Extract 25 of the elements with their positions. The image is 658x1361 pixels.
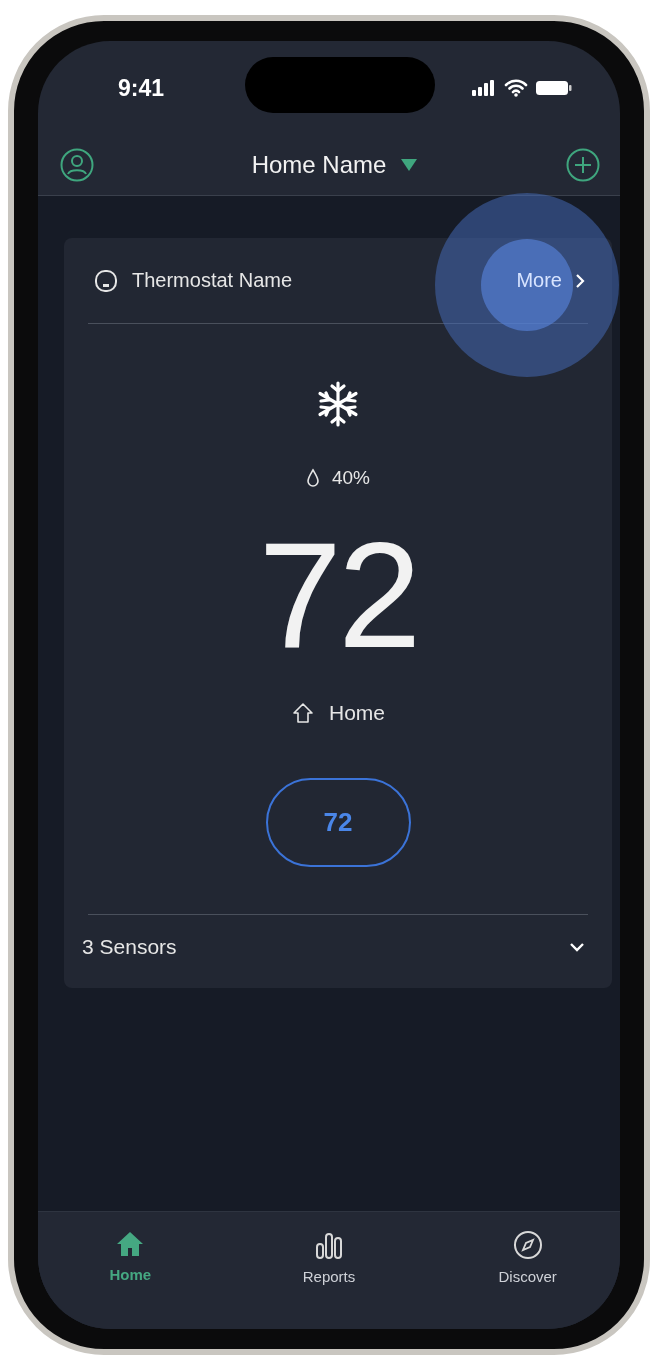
status-time: 9:41 [118,74,166,102]
chevron-down-icon[interactable] [568,941,586,953]
add-icon[interactable] [566,148,600,182]
battery-icon [536,80,572,96]
current-temperature: 72 [258,530,418,660]
chevron-right-icon [574,271,586,290]
house-icon [291,702,315,724]
tab[interactable]: Reports [236,1212,422,1329]
tab[interactable]: Home [38,1212,237,1329]
setpoint-button[interactable]: 72 [265,778,411,867]
sensors-label[interactable]: 3 Sensors [82,935,177,959]
home-name-title[interactable]: Home Name [251,151,387,179]
wifi-icon [504,79,528,97]
comfort-setting: Home [329,701,385,725]
humidity-reading: 40% [332,467,370,489]
profile-icon[interactable] [60,148,94,182]
compass-icon [512,1230,543,1260]
humidity-drop-icon [306,468,320,488]
dropdown-triangle-icon[interactable] [400,158,419,172]
thermostat-icon [94,268,118,293]
more-link[interactable]: More [516,269,586,292]
thermostat-name: Thermostat Name [132,269,294,292]
signal-icon [472,80,496,96]
tab[interactable]: Discover [421,1212,620,1329]
bar-chart-icon [314,1230,344,1260]
